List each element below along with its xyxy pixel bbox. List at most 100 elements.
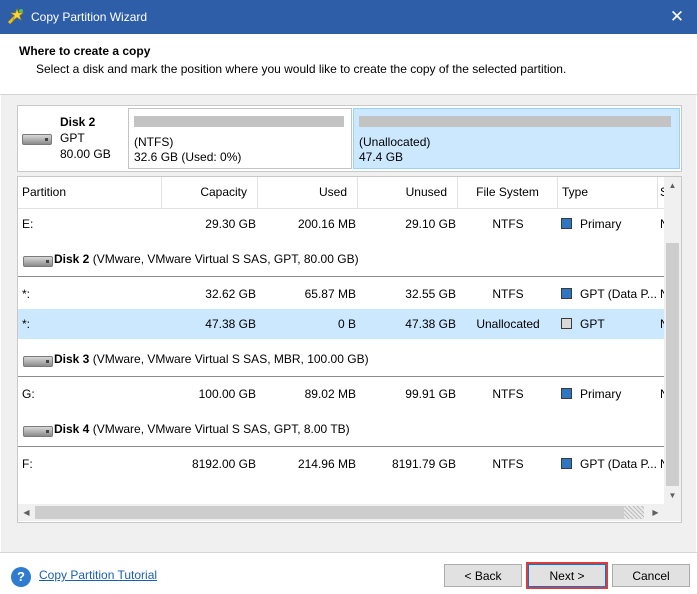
disk-row-label: Disk 2 (VMware, VMware Virtual S SAS, GP… [54,244,359,274]
column-used[interactable]: Used [258,177,358,208]
disk-map-info[interactable]: Disk 2 GPT 80.00 GB [18,106,126,171]
disk-row-disk-2[interactable]: Disk 2 (VMware, VMware Virtual S SAS, GP… [18,244,664,274]
scroll-down-arrow-icon[interactable]: ▼ [664,487,681,504]
cancel-button[interactable]: Cancel [612,564,690,587]
cell-file-system: NTFS [492,387,524,401]
app-logo-icon [7,8,24,25]
column-unused[interactable]: Unused [358,177,458,208]
cell-capacity: 100.00 GB [198,387,256,401]
disk-row-label: Disk 3 (VMware, VMware Virtual S SAS, MB… [54,344,369,374]
table-row-selected[interactable]: *: 47.38 GB 0 B 47.38 GB Unallocated GPT… [18,309,664,339]
cell-partition: E: [22,217,34,231]
partition-block-info: 32.6 GB (Used: 0%) [134,150,242,164]
disk-map: Disk 2 GPT 80.00 GB (NTFS) 32.6 GB (Used… [17,105,682,172]
cell-used: 200.16 MB [297,217,356,231]
cell-used: 0 B [337,317,356,331]
table-row[interactable]: F: 8192.00 GB 214.96 MB 8191.79 GB NTFS … [18,449,664,479]
scroll-right-arrow-icon[interactable]: ▶ [647,504,664,521]
usage-bar [359,116,671,127]
horizontal-scrollbar[interactable]: ◀ ▶ [18,504,664,521]
disk-map-size: 80.00 GB [60,147,111,161]
disk-row-desc: (VMware, VMware Virtual S SAS, GPT, 80.0… [89,252,359,266]
disk-divider [18,376,664,377]
disk-row-disk-4[interactable]: Disk 4 (VMware, VMware Virtual S SAS, GP… [18,414,664,444]
disk-row-desc: (VMware, VMware Virtual S SAS, GPT, 8.00… [89,422,350,436]
cell-type-label: GPT [580,317,605,331]
column-type[interactable]: Type [558,177,658,208]
cell-file-system: NTFS [492,457,524,471]
scroll-grip [624,506,644,519]
cell-type: Primary [561,209,658,239]
vertical-scrollbar[interactable]: ▲ ▼ [664,177,681,504]
table-row[interactable]: *: 32.62 GB 65.87 MB 32.55 GB NTFS GPT (… [18,279,664,309]
cell-capacity: 32.62 GB [205,287,256,301]
cell-used: 89.02 MB [304,387,356,401]
hard-disk-icon [23,256,53,267]
page-title: Where to create a copy [19,44,151,58]
hard-disk-icon [22,134,52,145]
partition-block-fs: (Unallocated) [359,135,431,149]
cell-type-label: Primary [580,217,622,231]
back-button[interactable]: < Back [444,564,522,587]
disk-map-name: Disk 2 [60,115,96,129]
column-capacity[interactable]: Capacity [162,177,258,208]
cell-type-label: GPT (Data P... [580,287,657,301]
disk-row-name: Disk 3 [54,352,90,366]
partition-table: Partition Capacity Used Unused File Syst… [17,176,682,523]
disk-row-name: Disk 4 [54,422,90,436]
cell-partition: G: [22,387,35,401]
cell-unused: 29.10 GB [405,217,456,231]
hard-disk-icon [23,426,53,437]
partition-block-fs: (NTFS) [134,135,174,149]
cell-type: GPT [561,309,658,339]
disk-row-disk-3[interactable]: Disk 3 (VMware, VMware Virtual S SAS, MB… [18,344,664,374]
vertical-scroll-thumb[interactable] [666,243,679,486]
unallocated-type-icon [561,318,572,329]
cell-type: GPT (Data P... [561,449,658,479]
cell-file-system: NTFS [492,217,524,231]
cell-capacity: 29.30 GB [205,217,256,231]
window-title: Copy Partition Wizard [31,10,148,24]
table-row[interactable]: G: 100.00 GB 89.02 MB 99.91 GB NTFS Prim… [18,379,664,409]
cell-unused: 47.38 GB [405,317,456,331]
cell-used: 214.96 MB [297,457,356,471]
help-question-icon[interactable]: ? [11,567,31,587]
column-file-system[interactable]: File System [458,177,558,208]
cell-file-system: NTFS [492,287,524,301]
cell-type-label: GPT (Data P... [580,457,657,471]
cell-capacity: 47.38 GB [205,317,256,331]
scroll-up-arrow-icon[interactable]: ▲ [664,177,681,194]
cell-partition: *: [22,287,31,301]
title-bar: Copy Partition Wizard ✕ [0,0,697,34]
horizontal-scroll-thumb[interactable] [35,506,624,519]
table-row[interactable]: E: 29.30 GB 200.16 MB 29.10 GB NTFS Prim… [18,209,664,239]
cell-used: 65.87 MB [304,287,356,301]
hard-disk-icon [23,356,53,367]
close-button[interactable]: ✕ [657,0,697,34]
disk-row-name: Disk 2 [54,252,90,266]
primary-type-icon [561,288,572,299]
cell-type-label: Primary [580,387,622,401]
disk-row-label: Disk 4 (VMware, VMware Virtual S SAS, GP… [54,414,350,444]
cell-type: Primary [561,379,658,409]
cell-unused: 32.55 GB [405,287,456,301]
scroll-left-arrow-icon[interactable]: ◀ [18,504,35,521]
table-header: Partition Capacity Used Unused File Syst… [18,177,664,209]
disk-map-type: GPT [60,131,85,145]
column-partition[interactable]: Partition [18,177,162,208]
partition-block-info: 47.4 GB [359,150,404,164]
scroll-corner [664,504,681,521]
cell-capacity: 8192.00 GB [191,457,256,471]
partition-block-ntfs[interactable]: (NTFS) 32.6 GB (Used: 0%) [128,108,352,169]
cell-type: GPT (Data P... [561,279,658,309]
usage-bar [134,116,344,127]
disk-row-desc: (VMware, VMware Virtual S SAS, MBR, 100.… [89,352,369,366]
next-button[interactable]: Next > [526,562,608,589]
tutorial-link[interactable]: Copy Partition Tutorial [39,568,157,582]
disk-divider [18,276,664,277]
partition-block-unallocated[interactable]: (Unallocated) 47.4 GB [353,108,680,169]
primary-type-icon [561,458,572,469]
wizard-footer: ? Copy Partition Tutorial < Back Next > … [0,552,697,594]
cell-file-system: Unallocated [476,317,540,331]
cell-unused: 99.91 GB [405,387,456,401]
